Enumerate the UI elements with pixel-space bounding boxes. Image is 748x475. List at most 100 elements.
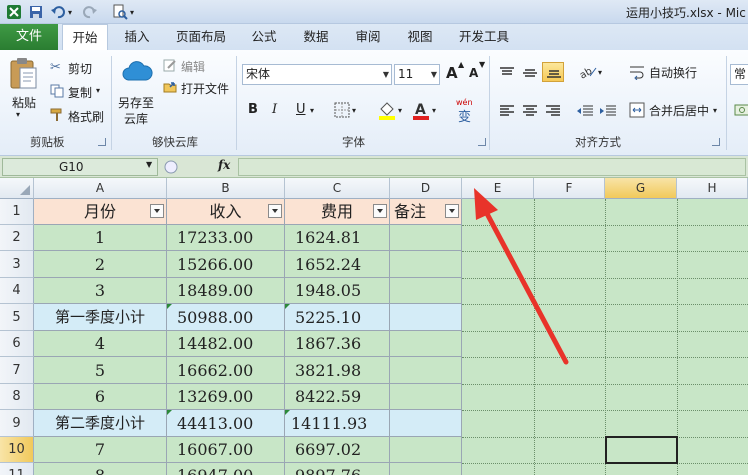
- currency-format-icon[interactable]: [734, 102, 748, 118]
- paste-icon[interactable]: [8, 56, 38, 90]
- name-box[interactable]: G10: [2, 158, 158, 176]
- table-cell[interactable]: 3821.98: [285, 357, 390, 384]
- formula-input[interactable]: [238, 158, 746, 176]
- cloud-icon[interactable]: [121, 58, 153, 84]
- row-header[interactable]: 10: [0, 437, 34, 463]
- align-middle-icon[interactable]: [521, 66, 539, 80]
- subtotal-cell[interactable]: [390, 410, 462, 437]
- table-cell[interactable]: [390, 251, 462, 278]
- copy-dropdown-icon[interactable]: ▾: [96, 86, 100, 95]
- header-cell-notes[interactable]: 备注: [390, 199, 462, 225]
- italic-button[interactable]: I: [272, 102, 277, 117]
- column-header-h[interactable]: H: [677, 178, 748, 199]
- paste-button[interactable]: 粘贴: [12, 94, 36, 111]
- table-cell[interactable]: 1652.24: [285, 251, 390, 278]
- customize-qat-icon[interactable]: ▾: [130, 8, 146, 24]
- table-cell[interactable]: 16662.00: [167, 357, 285, 384]
- row-header[interactable]: 5: [0, 304, 34, 331]
- align-right-icon[interactable]: [544, 104, 562, 118]
- tab-insert[interactable]: 插入: [116, 24, 158, 50]
- subtotal-cell[interactable]: 5225.10: [285, 304, 390, 331]
- select-all-button[interactable]: [0, 178, 34, 199]
- border-dropdown-icon[interactable]: ▾: [352, 106, 356, 115]
- subtotal-cell[interactable]: [390, 304, 462, 331]
- merge-center-button[interactable]: 合并后居中: [649, 102, 709, 119]
- align-left-icon[interactable]: [498, 104, 516, 118]
- row-header[interactable]: 3: [0, 251, 34, 278]
- font-name-dropdown-icon[interactable]: ▼: [383, 65, 389, 84]
- font-size-dropdown-icon[interactable]: ▼: [431, 65, 437, 84]
- row-header[interactable]: 2: [0, 225, 34, 251]
- row-header[interactable]: 6: [0, 331, 34, 357]
- clipboard-launcher-icon[interactable]: [98, 138, 106, 146]
- table-cell[interactable]: 2: [34, 251, 167, 278]
- align-bottom-button[interactable]: [542, 62, 564, 82]
- format-painter-button[interactable]: 格式刷: [68, 108, 104, 125]
- alignment-launcher-icon[interactable]: [712, 138, 720, 146]
- open-file-button[interactable]: 打开文件: [181, 80, 229, 97]
- border-icon[interactable]: [334, 102, 350, 118]
- align-top-icon[interactable]: [498, 66, 516, 80]
- tab-file[interactable]: 文件: [0, 24, 58, 50]
- align-center-icon[interactable]: [521, 104, 539, 118]
- header-cell-expense[interactable]: 费用: [285, 199, 390, 225]
- column-header-d[interactable]: D: [390, 178, 462, 199]
- table-cell[interactable]: 9897.76: [285, 463, 390, 475]
- table-cell[interactable]: 7: [34, 437, 167, 463]
- tab-home[interactable]: 开始: [62, 24, 108, 51]
- filter-dropdown-icon[interactable]: [150, 204, 164, 218]
- row-header[interactable]: 8: [0, 384, 34, 410]
- merge-dropdown-icon[interactable]: ▾: [713, 106, 717, 115]
- table-cell[interactable]: [390, 384, 462, 410]
- table-cell[interactable]: 14482.00: [167, 331, 285, 357]
- row-header[interactable]: 9: [0, 410, 34, 437]
- table-cell[interactable]: [390, 331, 462, 357]
- increase-indent-icon[interactable]: [599, 104, 617, 118]
- save-icon[interactable]: [28, 4, 44, 20]
- undo-icon[interactable]: [50, 4, 66, 20]
- grow-font-icon[interactable]: A: [446, 64, 458, 82]
- tab-view[interactable]: 视图: [400, 24, 440, 50]
- bold-button[interactable]: B: [248, 102, 258, 117]
- active-cell-selection[interactable]: [605, 436, 678, 464]
- header-cell-income[interactable]: 收入: [167, 199, 285, 225]
- filter-dropdown-icon[interactable]: [445, 204, 459, 218]
- table-cell[interactable]: 1867.36: [285, 331, 390, 357]
- table-cell[interactable]: 6: [34, 384, 167, 410]
- formula-bar-expand-icon[interactable]: [164, 160, 178, 174]
- subtotal-cell[interactable]: 50988.00: [167, 304, 285, 331]
- cut-button[interactable]: 剪切: [68, 60, 92, 77]
- worksheet-grid[interactable]: A B C D E F G H 1 2 3 4 5 6 7 8 9 10 11 …: [0, 178, 748, 475]
- row-header[interactable]: 4: [0, 278, 34, 304]
- tab-formulas[interactable]: 公式: [244, 24, 284, 50]
- redo-icon[interactable]: [82, 4, 98, 20]
- tab-page-layout[interactable]: 页面布局: [170, 24, 232, 50]
- paste-dropdown-icon[interactable]: ▾: [16, 110, 20, 119]
- font-name-combo[interactable]: 宋体 ▼: [242, 64, 392, 85]
- table-cell[interactable]: 1624.81: [285, 225, 390, 251]
- column-header-a[interactable]: A: [34, 178, 167, 199]
- column-header-g[interactable]: G: [605, 178, 677, 199]
- number-format-combo[interactable]: 常: [730, 64, 748, 85]
- column-header-b[interactable]: B: [167, 178, 285, 199]
- table-cell[interactable]: [390, 357, 462, 384]
- table-cell[interactable]: 4: [34, 331, 167, 357]
- filter-dropdown-icon[interactable]: [268, 204, 282, 218]
- fill-color-icon[interactable]: [378, 100, 396, 120]
- underline-button[interactable]: U: [296, 102, 306, 117]
- tab-review[interactable]: 审阅: [348, 24, 388, 50]
- row-header[interactable]: 1: [0, 199, 34, 225]
- row-header[interactable]: 11: [0, 463, 34, 475]
- row-header[interactable]: 7: [0, 357, 34, 384]
- orientation-dropdown-icon[interactable]: ▾: [598, 68, 602, 77]
- table-cell[interactable]: 16947.00: [167, 463, 285, 475]
- subtotal-cell[interactable]: 第一季度小计: [34, 304, 167, 331]
- table-cell[interactable]: 8: [34, 463, 167, 475]
- tab-data[interactable]: 数据: [296, 24, 336, 50]
- header-cell-month[interactable]: 月份: [34, 199, 167, 225]
- fill-color-dropdown-icon[interactable]: ▾: [398, 106, 402, 115]
- font-size-combo[interactable]: 11 ▼: [394, 64, 440, 85]
- wrap-text-button[interactable]: 自动换行: [649, 64, 697, 81]
- table-cell[interactable]: 8422.59: [285, 384, 390, 410]
- orientation-icon[interactable]: ab: [578, 64, 598, 80]
